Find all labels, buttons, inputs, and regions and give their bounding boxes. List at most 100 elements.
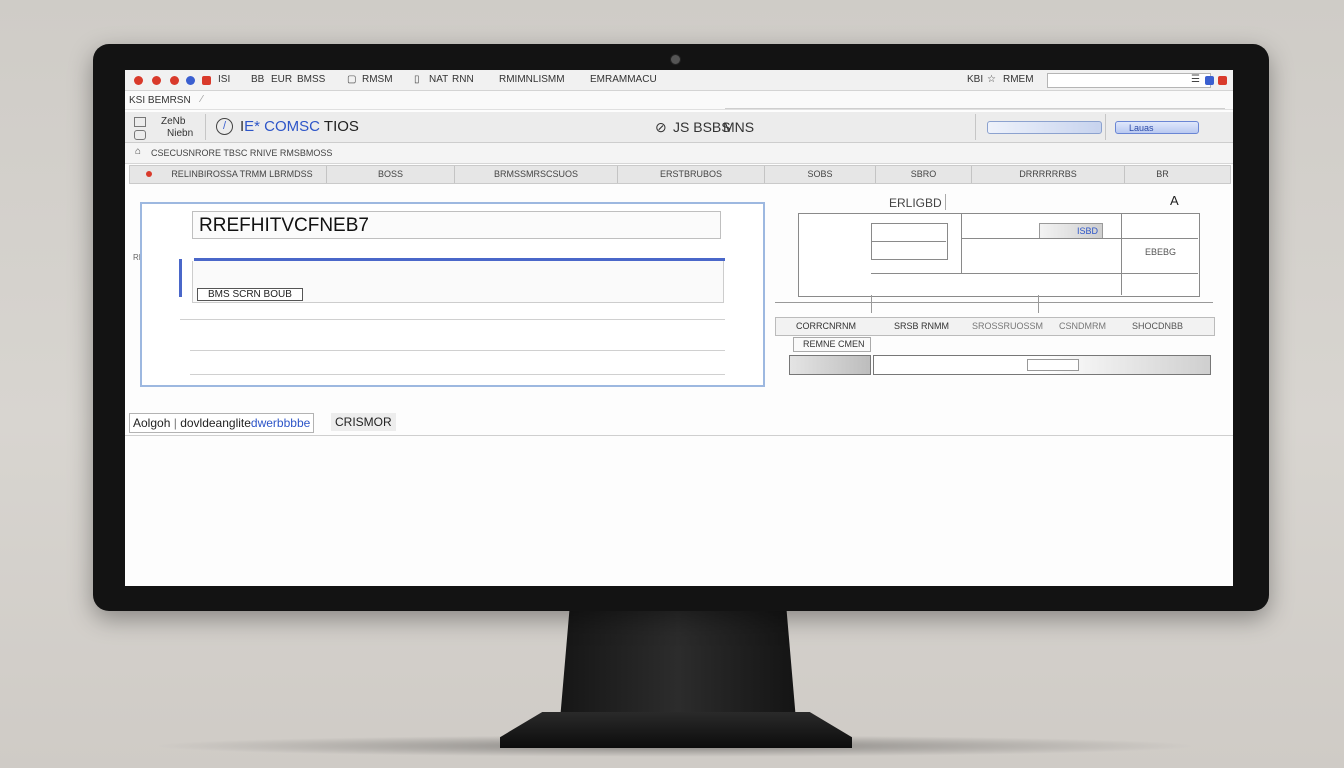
input-cell[interactable] [789,355,871,375]
column-header[interactable]: SOBS [765,166,876,183]
warning-icon: ⌂ [135,146,142,157]
column-header-row: RELINBIROSSA TRMM LBRMDSS BOSS BRMSSMRSC… [129,165,1231,184]
settings-icon[interactable]: ⊘ [655,119,667,136]
breadcrumb-label[interactable]: KSI BEMRSN [129,95,191,106]
accent-bar [179,259,182,297]
heading-blue: E* COMSC [244,118,321,135]
tab-rnn[interactable]: RNN [452,74,474,85]
divider [775,302,1213,303]
profile-label[interactable]: KBI [967,74,983,85]
column-header[interactable]: RELINBIROSSA TRMM LBRMDSS [158,166,327,183]
minimize-window-icon[interactable] [152,76,161,85]
divider [190,374,725,375]
tab-nat[interactable]: NAT [429,74,448,85]
tab-rmem[interactable]: RMEM [1003,74,1034,85]
chip-button[interactable]: BMS SCRN BOUB [197,288,303,301]
browser-tab-bar: ISI BB EUR BMSS ▢ RMSM ▯ NAT RNN RMIMNLI… [125,70,1233,91]
checkbox-icon[interactable] [134,117,146,127]
row-label[interactable]: SHOCDNBB [1132,321,1183,331]
toolbar: ZeNb Niebn / IE* COMSC TIOS ⊘ JS BSBS MN… [125,112,1233,143]
close-window-icon[interactable] [134,76,143,85]
divider [725,108,1225,109]
row-label[interactable]: CSNDMRM [1059,321,1106,331]
row-label[interactable]: CORRCNRNM [796,321,856,331]
editor-panel: RREFHITVCFNEB7 BMS SCRN BOUB [140,202,765,387]
divider [205,114,206,140]
text-area[interactable]: BMS SCRN BOUB [192,261,724,303]
account-icon[interactable] [1205,76,1214,85]
monitor-stand-base [500,712,852,748]
divider [871,241,946,242]
alert-icon[interactable] [1218,76,1227,85]
divider [190,350,725,351]
hash-field[interactable]: RREFHITVCFNEB7 [192,211,721,239]
tab-bmss[interactable]: BMSS [297,74,325,85]
page-icon[interactable]: ▢ [347,74,356,85]
tab-emrammacu[interactable]: EMRAMMACU [590,74,657,85]
toolbar-left-bottom[interactable]: Niebn [167,128,193,139]
menu-icon[interactable]: ☰ [1191,74,1200,85]
corner-label[interactable]: A [1170,193,1179,208]
divider [975,114,976,140]
breadcrumb: KSI BEMRSN ⁄ [125,91,1233,110]
column-header[interactable]: ERSTBRUBOS [618,166,765,183]
address-bar[interactable] [1047,73,1211,88]
divider [945,194,946,210]
divider [961,238,1198,239]
search-button[interactable]: CRISMOR [331,413,396,431]
tab-bb[interactable]: BB [251,74,264,85]
divider [1038,295,1039,313]
search-highlight: dwerbbbbe [250,416,311,430]
info-bar: ⌂ CSECUSNRORE TBSC RNIVE RMSBMOSS [125,143,1233,164]
info-icon[interactable]: / [216,118,233,135]
toolbar-mid-label[interactable]: JS BSBS [673,119,731,135]
sub-label: REMNE CMEN [803,339,865,349]
row-label[interactable]: SRSB RNMM [894,321,949,331]
panel-header: ERLIGBD [889,196,942,210]
tab-rmsm[interactable]: RMSM [362,74,393,85]
data-header-row: CORRCNRNM SRSB RNMM SROSSRUOSSM CSNDMRM … [775,317,1215,336]
column-header[interactable]: BR [1125,166,1200,183]
status-dot-icon [146,171,152,177]
search-row: Aolgoh | dovldeanglitedwerbbbbe CRISMOR [125,411,1233,436]
webcam-icon [670,54,681,65]
cursor-icon: | [173,416,177,430]
toolbar-mid-suffix[interactable]: MNS [723,119,754,135]
divider [180,319,725,320]
column-header[interactable]: SBRO [876,166,972,183]
column-header[interactable]: BOSS [327,166,455,183]
tab-rmimnlismm[interactable]: RMIMNLISMM [499,74,565,85]
divider [1121,213,1122,295]
bookmark-icon[interactable]: ☆ [987,74,996,85]
right-cell-label: EBEBG [1145,247,1177,257]
divider [1105,114,1106,140]
document-icon[interactable]: ▯ [414,74,420,85]
extension-icon[interactable] [186,76,195,85]
maximize-window-icon[interactable] [170,76,179,85]
monitor-stand-neck [560,610,796,720]
pen-icon: ⁄ [201,94,203,105]
radio-icon[interactable] [134,130,146,140]
info-bar-text: CSECUSNRORE TBSC RNIVE RMSBMOSS [151,148,333,158]
divider [871,273,1198,274]
row-label[interactable]: SROSSRUOSSM [972,321,1043,331]
progress-field[interactable] [987,121,1102,134]
search-prefix: Aolgoh [133,416,171,430]
value-cell[interactable]: ISBD [1039,223,1103,239]
search-input[interactable]: Aolgoh | dovldeanglitedwerbbbbe [129,413,315,433]
heading-suffix: TIOS [323,118,359,135]
toolbar-left-top[interactable]: ZeNb [161,116,185,127]
primary-button[interactable]: Lauas [1115,121,1199,134]
search-mid: dovldeanglite [180,416,251,430]
inner-field[interactable] [1027,359,1079,371]
tab-eur[interactable]: EUR [271,74,292,85]
grid-frame [798,213,1200,297]
record-icon[interactable] [202,76,211,85]
divider [961,213,962,273]
column-header[interactable]: DRRRRRRBS [972,166,1125,183]
data-panel: ERLIGBD A ISBD EBEBG CORRCNRNM SRSB RNMM… [773,190,1223,390]
sub-label-chip[interactable]: REMNE CMEN [793,337,871,352]
page-heading: IE* COMSC TIOS [240,118,359,135]
column-header[interactable]: BRMSSMRSCSUOS [455,166,618,183]
tab-isi[interactable]: ISI [218,74,230,85]
